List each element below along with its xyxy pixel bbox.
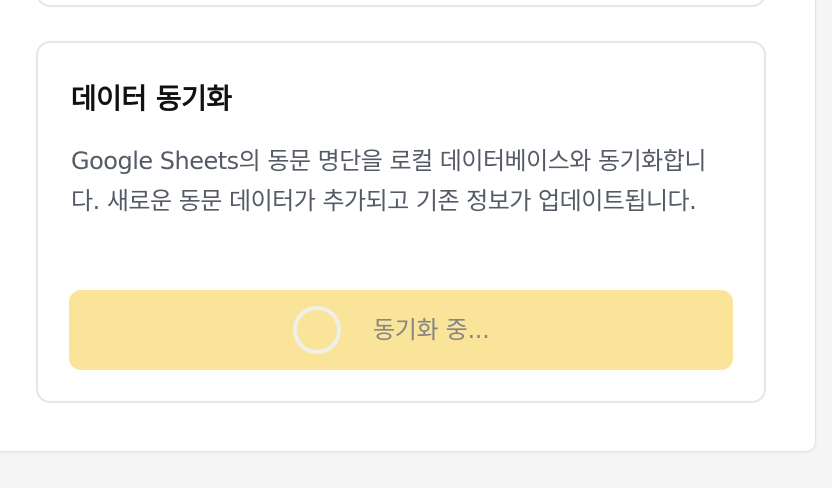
card-title: 데이터 동기화 <box>71 82 232 115</box>
spinner-icon <box>293 306 341 354</box>
data-sync-card: 데이터 동기화 Google Sheets의 동문 명단을 로컬 데이터베이스와… <box>36 41 766 403</box>
previous-card <box>36 0 766 7</box>
sync-button-label: 동기화 중... <box>373 316 490 344</box>
sync-button[interactable]: 동기화 중... <box>69 290 733 370</box>
card-description: Google Sheets의 동문 명단을 로컬 데이터베이스와 동기화합니다.… <box>71 147 706 215</box>
